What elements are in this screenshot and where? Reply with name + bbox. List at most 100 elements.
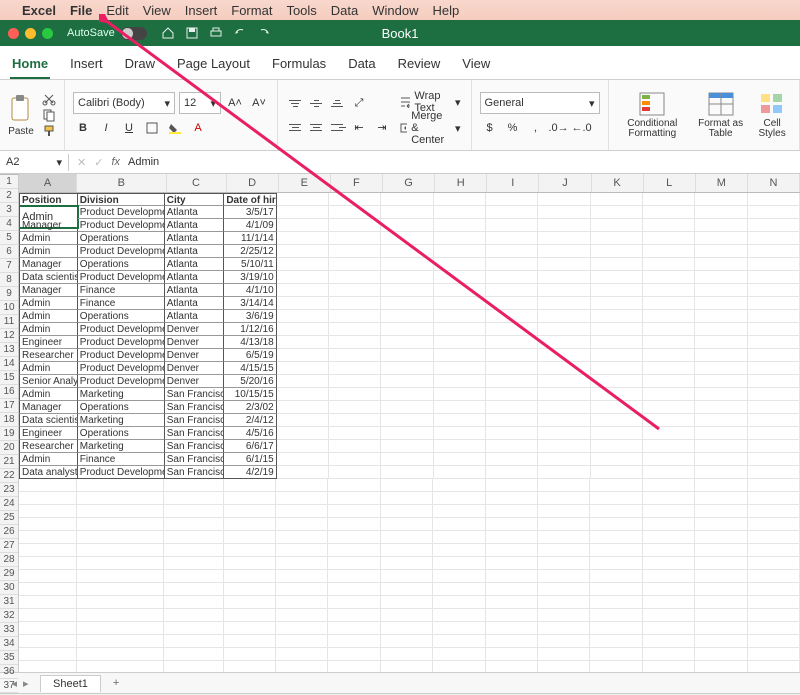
sheet-tab[interactable]: Sheet1 (40, 675, 101, 692)
cell[interactable] (276, 596, 328, 609)
cell[interactable]: Denver (165, 375, 225, 388)
align-center-button[interactable] (307, 119, 325, 135)
cell[interactable] (276, 583, 328, 596)
cell[interactable] (486, 466, 538, 479)
enter-formula-icon[interactable]: ✓ (94, 156, 103, 169)
name-box[interactable]: A2▾ (0, 154, 69, 171)
minimize-window-button[interactable] (25, 28, 36, 39)
cell[interactable] (276, 505, 328, 518)
cell[interactable] (486, 531, 538, 544)
cell[interactable]: Manager (19, 284, 78, 297)
cell[interactable] (591, 362, 643, 375)
cell[interactable] (591, 375, 643, 388)
cell-styles-button[interactable]: Cell Styles (753, 91, 791, 139)
cell[interactable] (591, 466, 643, 479)
cell[interactable] (381, 336, 433, 349)
cell[interactable]: Researcher (19, 349, 78, 362)
cell[interactable] (748, 648, 800, 661)
cell[interactable] (538, 570, 590, 583)
cell[interactable]: 5/20/16 (224, 375, 276, 388)
cell[interactable]: Product Development (78, 271, 165, 284)
cell[interactable] (277, 219, 329, 232)
cell[interactable] (433, 518, 485, 531)
cell[interactable] (643, 466, 695, 479)
cell[interactable]: Admin (19, 310, 78, 323)
cell[interactable] (277, 414, 329, 427)
data-menu[interactable]: Data (331, 3, 358, 18)
cell[interactable] (695, 388, 747, 401)
cell[interactable] (486, 349, 538, 362)
cell[interactable] (486, 206, 538, 219)
cell[interactable] (695, 375, 747, 388)
cell[interactable] (164, 635, 224, 648)
cell[interactable] (748, 323, 800, 336)
orientation-button[interactable]: ⤢ (349, 93, 369, 113)
cell[interactable] (164, 609, 224, 622)
cell[interactable]: 3/19/10 (224, 271, 276, 284)
cell[interactable] (486, 193, 538, 206)
tools-menu[interactable]: Tools (286, 3, 316, 18)
cell[interactable] (329, 271, 381, 284)
increase-font-icon[interactable]: A˄ (225, 93, 245, 113)
cell[interactable] (695, 648, 747, 661)
column-header-N[interactable]: N (748, 174, 800, 192)
cell[interactable] (276, 648, 328, 661)
increase-decimal-button[interactable]: .0→ (549, 118, 569, 138)
cell[interactable] (329, 414, 381, 427)
column-header-K[interactable]: K (592, 174, 644, 192)
cell[interactable] (591, 349, 643, 362)
cell[interactable] (748, 453, 800, 466)
tab-insert[interactable]: Insert (68, 52, 105, 79)
row-header[interactable]: 28 (0, 553, 18, 567)
cell[interactable] (590, 635, 642, 648)
cell[interactable] (748, 505, 800, 518)
cell[interactable] (434, 271, 486, 284)
cell[interactable] (643, 310, 695, 323)
cell[interactable] (433, 648, 485, 661)
tab-view[interactable]: View (460, 52, 492, 79)
cell[interactable] (224, 505, 276, 518)
cell[interactable]: Admin (19, 388, 78, 401)
cell[interactable] (643, 323, 695, 336)
cell[interactable] (77, 557, 164, 570)
cell[interactable]: Finance (78, 453, 165, 466)
cell[interactable] (643, 427, 695, 440)
cell[interactable] (328, 635, 380, 648)
cell[interactable] (329, 453, 381, 466)
row-header[interactable]: 6 (0, 245, 18, 259)
cell[interactable]: 2/3/02 (224, 401, 276, 414)
row-header[interactable]: 30 (0, 581, 18, 595)
cell[interactable] (329, 193, 381, 206)
cell[interactable]: Admin (19, 453, 78, 466)
cell[interactable] (381, 375, 433, 388)
row-header[interactable]: 14 (0, 357, 18, 371)
cell[interactable] (277, 401, 329, 414)
cell[interactable] (381, 661, 433, 672)
cell[interactable] (695, 531, 747, 544)
cell[interactable]: Product Development (78, 219, 165, 232)
copy-icon[interactable] (42, 108, 56, 122)
cell[interactable] (591, 271, 643, 284)
cell[interactable] (329, 388, 381, 401)
cell[interactable]: Product Development (78, 349, 165, 362)
cell[interactable] (591, 401, 643, 414)
row-header[interactable]: 34 (0, 637, 18, 651)
cell[interactable] (591, 232, 643, 245)
cell[interactable]: Atlanta (165, 297, 225, 310)
cell[interactable] (538, 362, 590, 375)
cell[interactable] (434, 297, 486, 310)
cell[interactable] (486, 570, 538, 583)
cell[interactable]: 4/1/10 (224, 284, 276, 297)
cell[interactable] (277, 453, 329, 466)
cell[interactable] (695, 544, 747, 557)
column-header-F[interactable]: F (331, 174, 383, 192)
cell[interactable]: 3/14/14 (224, 297, 276, 310)
cell[interactable]: 4/15/15 (224, 362, 276, 375)
cell[interactable] (538, 466, 590, 479)
cell[interactable] (591, 245, 643, 258)
row-header[interactable]: 16 (0, 385, 18, 399)
cell[interactable] (77, 531, 164, 544)
cell[interactable] (590, 648, 642, 661)
cell[interactable] (381, 609, 433, 622)
cell[interactable] (538, 440, 590, 453)
